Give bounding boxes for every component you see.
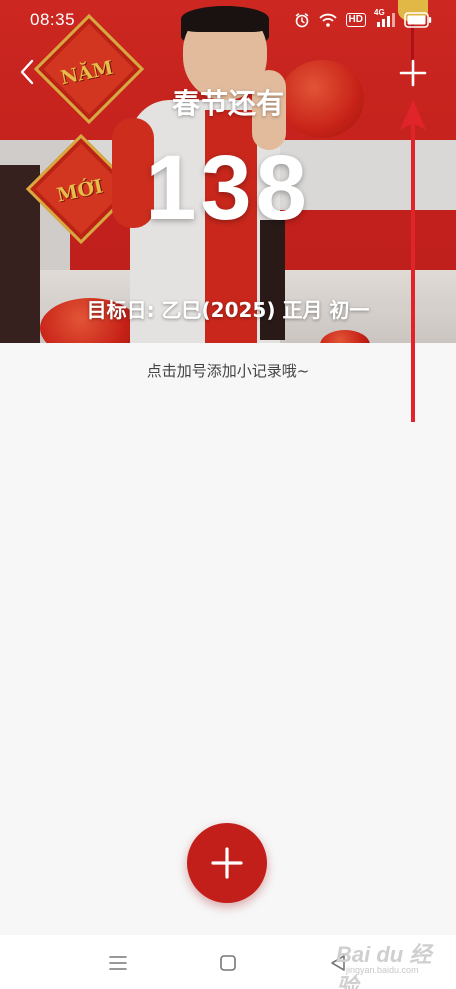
- signal-4g-icon: 4G: [374, 8, 395, 27]
- home-button[interactable]: [216, 952, 240, 974]
- back-triangle-icon: [331, 955, 345, 971]
- status-icons: HD 4G: [294, 8, 432, 30]
- home-icon: [220, 955, 236, 971]
- status-time: 08:35: [30, 10, 76, 29]
- alarm-icon: [294, 12, 310, 28]
- menu-icon: [109, 956, 127, 970]
- hd-icon: HD: [345, 13, 366, 27]
- battery-icon: [404, 12, 432, 28]
- status-bar: 08:35 HD 4G: [0, 0, 456, 40]
- app-screen: NĂM MỚI 08:35 HD 4G 春节还有 138 目标日: 乙巳(202…: [0, 0, 456, 989]
- system-nav-bar: [0, 935, 456, 989]
- empty-hint: 点击加号添加小记录哦~: [146, 362, 310, 380]
- wifi-icon: [318, 13, 337, 27]
- plus-icon: [211, 847, 243, 879]
- countdown-title: 春节还有: [171, 87, 284, 120]
- menu-button[interactable]: [106, 952, 130, 974]
- target-date: 目标日: 乙巳(2025) 正月 初一: [86, 298, 370, 322]
- add-record-fab[interactable]: [187, 823, 267, 903]
- countdown-days: 138: [145, 137, 311, 239]
- network-label: 4G: [374, 8, 385, 17]
- system-back-button[interactable]: [326, 952, 350, 974]
